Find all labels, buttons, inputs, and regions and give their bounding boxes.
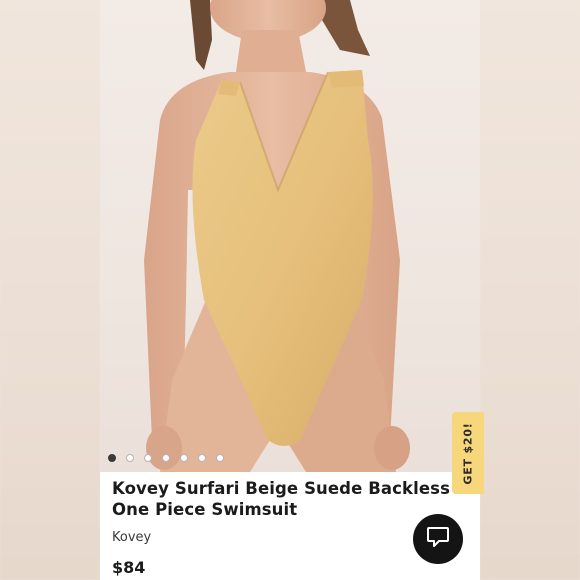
blurred-background-left bbox=[0, 0, 100, 580]
swimsuit-illustration bbox=[144, 0, 410, 472]
carousel-dots bbox=[108, 454, 224, 462]
carousel-dot[interactable] bbox=[144, 454, 152, 462]
carousel-dot[interactable] bbox=[216, 454, 224, 462]
product-title[interactable]: Kovey Surfari Beige Suede Backless One P… bbox=[112, 478, 460, 520]
product-photo[interactable] bbox=[100, 0, 480, 472]
chat-bubble-icon bbox=[426, 526, 450, 553]
carousel-dot[interactable] bbox=[126, 454, 134, 462]
product-price: $84 bbox=[112, 558, 146, 577]
promo-label: GET $20! bbox=[461, 421, 475, 485]
listing-card: Kovey Surfari Beige Suede Backless One P… bbox=[100, 0, 480, 580]
carousel-dot[interactable] bbox=[162, 454, 170, 462]
chat-button[interactable] bbox=[413, 514, 463, 564]
blurred-background-right bbox=[480, 0, 580, 580]
carousel-dot[interactable] bbox=[108, 454, 116, 462]
promo-tab[interactable]: GET $20! bbox=[452, 412, 484, 494]
carousel-dot[interactable] bbox=[180, 454, 188, 462]
carousel-dot[interactable] bbox=[198, 454, 206, 462]
